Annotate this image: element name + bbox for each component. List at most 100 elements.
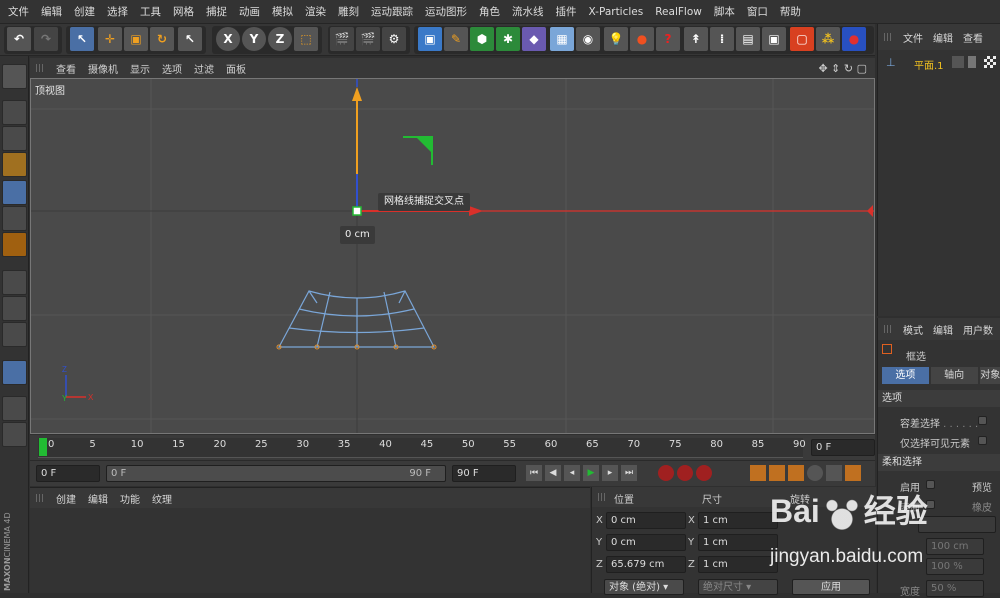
viewport-menu-view[interactable]: 查看 <box>50 61 82 76</box>
size-z-field[interactable]: 1 cm <box>698 556 778 573</box>
object-menu-edit[interactable]: 编辑 <box>928 30 958 45</box>
tab-object[interactable]: 对象 <box>979 367 1000 384</box>
generator-icon[interactable]: ↟ <box>684 27 708 51</box>
menu-file[interactable]: 文件 <box>2 0 35 24</box>
menu-window[interactable]: 窗口 <box>741 0 774 24</box>
prev-frame-icon[interactable]: ◂ <box>564 465 580 481</box>
deformer-icon[interactable]: ◆ <box>522 27 546 51</box>
scale-icon[interactable]: ▣ <box>124 27 148 51</box>
model-mode-icon[interactable] <box>2 100 27 125</box>
points-mode-icon[interactable] <box>2 180 27 205</box>
workplane-icon[interactable] <box>2 152 27 177</box>
panel-grip[interactable] <box>36 494 44 502</box>
redo-icon[interactable]: ↷ <box>34 27 58 51</box>
current-frame-field[interactable]: 0 F <box>811 439 875 456</box>
go-to-start-icon[interactable]: ⏮ <box>526 465 542 481</box>
snap-magnet-icon[interactable] <box>2 360 27 385</box>
panel-grip[interactable] <box>884 325 892 333</box>
move-icon[interactable]: ✛ <box>98 27 122 51</box>
axis-mode-icon[interactable] <box>2 270 27 295</box>
menu-plugins[interactable]: 插件 <box>550 0 583 24</box>
light-icon[interactable]: 💡 <box>604 27 628 51</box>
panel-grip[interactable] <box>598 493 606 501</box>
texture-mode-icon[interactable] <box>2 126 27 151</box>
tab-axis[interactable]: 轴向 <box>930 367 978 384</box>
viewport-menu-display[interactable]: 显示 <box>124 61 156 76</box>
tag-icon[interactable]: ? <box>656 27 680 51</box>
panel-grip[interactable] <box>36 64 44 72</box>
y-axis-lock-icon[interactable]: Y <box>242 27 266 51</box>
edges-mode-icon[interactable] <box>2 206 27 231</box>
go-to-end-icon[interactable]: ⏭ <box>621 465 637 481</box>
material-icon[interactable]: ● <box>630 27 654 51</box>
menu-motion-tracking[interactable]: 运动跟踪 <box>365 0 419 24</box>
object-menu-file[interactable]: 文件 <box>898 30 928 45</box>
menu-xparticles[interactable]: X-Particles <box>583 0 650 24</box>
undo-icon[interactable]: ↶ <box>7 27 31 51</box>
cube-icon[interactable]: ▣ <box>418 27 442 51</box>
width-field[interactable]: 50 % <box>926 580 984 597</box>
pen-icon[interactable]: ✎ <box>444 27 468 51</box>
radius-field[interactable]: 100 cm <box>926 538 984 555</box>
menu-animate[interactable]: 动画 <box>233 0 266 24</box>
render-settings-icon[interactable]: ⚙ <box>382 27 406 51</box>
pos-y-field[interactable]: 0 cm <box>606 534 686 551</box>
size-x-field[interactable]: 1 cm <box>698 512 778 529</box>
menu-sculpt[interactable]: 雕刻 <box>332 0 365 24</box>
rotate-icon[interactable]: ↻ <box>150 27 174 51</box>
end-frame-field[interactable]: 90 F <box>452 465 516 482</box>
material-menu-texture[interactable]: 纹理 <box>146 491 178 506</box>
layer-dots-icon[interactable] <box>968 56 976 68</box>
panel-grip[interactable] <box>884 33 892 41</box>
pos-x-field[interactable]: 0 cm <box>606 512 686 529</box>
tolerance-checkbox[interactable] <box>978 416 987 425</box>
material-tag-icon[interactable] <box>984 56 996 68</box>
xyz-icon[interactable]: ⁂ <box>816 27 840 51</box>
make-editable-icon[interactable] <box>2 64 27 89</box>
grid-points-icon[interactable]: ⁞ <box>710 27 734 51</box>
cloner-icon[interactable]: ✱ <box>496 27 520 51</box>
visible-only-checkbox[interactable] <box>978 436 987 445</box>
object-menu-view[interactable]: 查看 <box>958 30 988 45</box>
key-pla-icon[interactable] <box>826 465 842 481</box>
attr-menu-user-data[interactable]: 用户数 <box>958 322 998 337</box>
menu-realflow[interactable]: RealFlow <box>649 0 708 24</box>
viewport-menu-panel[interactable]: 面板 <box>220 61 252 76</box>
menu-simulate[interactable]: 模拟 <box>266 0 299 24</box>
start-frame-field[interactable]: 0 F <box>36 465 100 482</box>
size-y-field[interactable]: 1 cm <box>698 534 778 551</box>
prev-key-icon[interactable]: ◀ <box>545 465 561 481</box>
python-icon[interactable]: ● <box>842 27 866 51</box>
material-menu-edit[interactable]: 编辑 <box>82 491 114 506</box>
menu-snap[interactable]: 捕捉 <box>200 0 233 24</box>
select-arrow-icon[interactable]: ↖ <box>70 27 94 51</box>
attr-menu-mode[interactable]: 模式 <box>898 322 928 337</box>
tweak-mode-icon[interactable] <box>2 296 27 321</box>
menu-render[interactable]: 渲染 <box>299 0 332 24</box>
frame-range-slider[interactable]: 0 F 90 F <box>106 465 446 482</box>
viewport[interactable]: Z X Y 顶视图 网格线捕捉交叉点 0 cm <box>30 78 875 434</box>
tab-options[interactable]: 选项 <box>882 367 929 384</box>
visibility-toggle-icon[interactable] <box>952 56 964 68</box>
menu-tools[interactable]: 工具 <box>134 0 167 24</box>
subdivision-icon[interactable]: ⬢ <box>470 27 494 51</box>
play-icon[interactable]: ▶ <box>583 465 599 481</box>
planar-workplane-icon[interactable] <box>2 422 27 447</box>
key-scale-icon[interactable] <box>769 465 785 481</box>
texture-icon[interactable]: ▤ <box>736 27 760 51</box>
keyframe-selection-icon[interactable] <box>696 465 712 481</box>
menu-character[interactable]: 角色 <box>473 0 506 24</box>
polygons-mode-icon[interactable] <box>2 232 27 257</box>
viewport-menu-filter[interactable]: 过滤 <box>188 61 220 76</box>
render-region-icon[interactable]: ▢ <box>790 27 814 51</box>
timeline-ruler[interactable]: 0 5 10 15 20 25 30 35 40 45 50 55 60 65 70 75 80 85 90 0 F <box>30 435 875 460</box>
camera-icon[interactable]: ◉ <box>576 27 600 51</box>
key-rotation-icon[interactable] <box>788 465 804 481</box>
menu-mograph[interactable]: 运动图形 <box>419 0 473 24</box>
render-view-icon[interactable]: 🎬 <box>330 27 354 51</box>
mode-dropdown[interactable] <box>918 516 996 533</box>
recent-tool-icon[interactable]: ↖ <box>178 27 202 51</box>
floor-icon[interactable]: ▦ <box>550 27 574 51</box>
surface-checkbox[interactable] <box>926 500 935 509</box>
attr-menu-edit[interactable]: 编辑 <box>928 322 958 337</box>
